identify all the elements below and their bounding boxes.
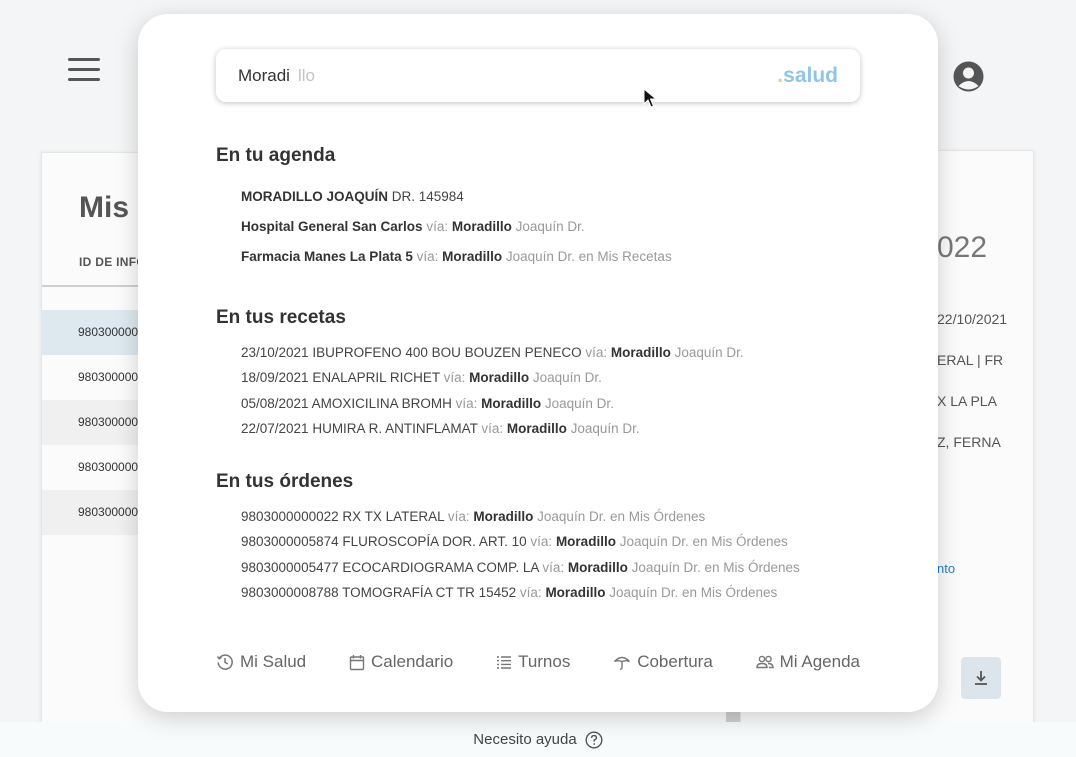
result-match: Moradillo bbox=[469, 370, 530, 385]
download-icon bbox=[975, 671, 987, 685]
result-name: MORADILLO JOAQUÍN bbox=[241, 189, 388, 204]
result-match: Moradillo bbox=[610, 345, 671, 360]
result-text: 22/07/2021 HUMIRA R. ANTINFLAMAT bbox=[241, 421, 478, 436]
nav-mi-salud[interactable]: Mi Salud bbox=[216, 652, 306, 672]
orden-result[interactable]: 9803000005874 FLUROSCOPÍA DOR. ART. 10 v… bbox=[241, 534, 788, 549]
search-modal: llo .salud En tu agenda MORADILLO JOAQUÍ… bbox=[138, 14, 938, 712]
nav-mi-agenda[interactable]: Mi Agenda bbox=[755, 652, 860, 672]
result-context: Joaquín Dr. en Mis Órdenes bbox=[605, 585, 778, 600]
result-context: Joaquín Dr. bbox=[541, 396, 614, 411]
result-match: Moradillo bbox=[567, 560, 628, 575]
result-context: Joaquín Dr. en Mis Órdenes bbox=[533, 509, 706, 524]
people-icon bbox=[755, 655, 774, 669]
section-title-agenda: En tu agenda bbox=[216, 145, 336, 166]
mouse-pointer-icon bbox=[643, 88, 657, 108]
menu-button[interactable] bbox=[68, 58, 100, 84]
result-detail: DR. 145984 bbox=[388, 189, 464, 204]
agenda-result[interactable]: Hospital General San Carlos vía: Moradil… bbox=[241, 219, 585, 234]
result-match: Moradillo bbox=[555, 534, 616, 549]
section-title-recetas: En tus recetas bbox=[216, 307, 346, 328]
informes-title: Mis I bbox=[79, 191, 146, 224]
result-match: Moradillo bbox=[545, 585, 606, 600]
receta-result[interactable]: 05/08/2021 AMOXICILINA BROMH vía: Moradi… bbox=[241, 396, 614, 411]
result-match: Moradillo bbox=[506, 421, 567, 436]
result-text: 9803000008788 TOMOGRAFÍA CT TR 15452 bbox=[241, 585, 517, 600]
result-context: Joaquín Dr. en Mis Recetas bbox=[502, 249, 672, 264]
result-context: Joaquín Dr. bbox=[566, 421, 640, 436]
result-via: vía: bbox=[538, 560, 568, 575]
menu-icon-bar bbox=[68, 68, 100, 71]
result-text: 9803000000022 RX TX LATERAL bbox=[241, 509, 445, 524]
help-bar: Necesito ayuda bbox=[0, 722, 1076, 757]
help-link[interactable]: Necesito ayuda bbox=[473, 730, 603, 749]
result-text: 05/08/2021 AMOXICILINA BROMH bbox=[241, 396, 452, 411]
help-label: Necesito ayuda bbox=[473, 731, 577, 748]
menu-icon-bar bbox=[68, 78, 100, 81]
question-circle-icon bbox=[585, 730, 603, 749]
nav-label: Cobertura bbox=[637, 652, 713, 671]
result-context: Joaquín Dr. bbox=[511, 219, 585, 234]
result-name: Farmacia Manes La Plata 5 bbox=[241, 249, 413, 264]
download-button[interactable] bbox=[961, 657, 1001, 699]
result-via: vía: bbox=[439, 370, 470, 385]
search-input[interactable] bbox=[238, 65, 438, 86]
result-context: Joaquín Dr. en Mis Órdenes bbox=[627, 560, 800, 575]
result-via: vía: bbox=[451, 396, 482, 411]
result-match: Moradillo bbox=[481, 396, 542, 411]
user-circle-icon bbox=[953, 61, 984, 92]
result-text: 18/09/2021 ENALAPRIL RICHET bbox=[241, 370, 440, 385]
detail-year: 022 bbox=[937, 231, 988, 264]
result-via: vía: bbox=[581, 345, 611, 360]
nav-label: Calendario bbox=[370, 652, 454, 671]
nav-calendario[interactable]: Calendario bbox=[349, 652, 453, 672]
agenda-result[interactable]: Farmacia Manes La Plata 5 vía: Moradillo… bbox=[241, 249, 672, 264]
result-context: Joaquín Dr. bbox=[670, 345, 744, 360]
salud-logo: .salud bbox=[777, 64, 838, 88]
result-via: vía: bbox=[526, 534, 556, 549]
agenda-result[interactable]: MORADILLO JOAQUÍN DR. 145984 bbox=[241, 189, 464, 204]
nav-turnos[interactable]: Turnos bbox=[496, 652, 570, 672]
detail-line: X LA PLA bbox=[937, 393, 997, 409]
umbrella-icon bbox=[614, 656, 631, 670]
result-via: vía: bbox=[477, 421, 507, 436]
orden-result[interactable]: 9803000008788 TOMOGRAFÍA CT TR 15452 vía… bbox=[241, 585, 777, 600]
result-name: Hospital General San Carlos bbox=[241, 219, 423, 234]
detail-line: Z, FERNA bbox=[937, 434, 1001, 450]
result-context: Joaquín Dr. bbox=[529, 370, 602, 385]
history-icon bbox=[216, 654, 233, 670]
nav-label: Mi Salud bbox=[240, 652, 307, 671]
orden-result[interactable]: 9803000000022 RX TX LATERAL vía: Moradil… bbox=[241, 509, 705, 524]
quick-nav: Mi Salud Calendario Turnos Cobertura Mi … bbox=[216, 651, 860, 673]
nav-cobertura[interactable]: Cobertura bbox=[613, 652, 713, 672]
receta-result[interactable]: 18/09/2021 ENALAPRIL RICHET vía: Moradil… bbox=[241, 370, 602, 385]
result-via: vía: bbox=[412, 249, 443, 264]
calendar-icon bbox=[349, 654, 365, 670]
menu-icon-bar bbox=[68, 58, 100, 61]
result-context: Joaquín Dr. en Mis Órdenes bbox=[615, 534, 788, 549]
orden-result[interactable]: 9803000005477 ECOCARDIOGRAMA COMP. LA ví… bbox=[241, 560, 800, 575]
receta-result[interactable]: 23/10/2021 IBUPROFENO 400 BOU BOUZEN PEN… bbox=[241, 345, 744, 360]
result-text: 23/10/2021 IBUPROFENO 400 BOU BOUZEN PEN… bbox=[241, 345, 582, 360]
result-match: Moradillo bbox=[473, 509, 534, 524]
user-profile-button[interactable] bbox=[952, 60, 985, 93]
detail-line: 22/10/2021 bbox=[937, 311, 1008, 327]
section-title-ordenes: En tus órdenes bbox=[216, 471, 354, 492]
list-icon bbox=[497, 655, 512, 669]
nav-label: Turnos bbox=[518, 652, 571, 671]
result-match: Moradillo bbox=[451, 219, 512, 234]
id-column-header[interactable]: ID DE INFC bbox=[79, 255, 145, 269]
nav-label: Mi Agenda bbox=[779, 652, 860, 671]
result-text: 9803000005874 FLUROSCOPÍA DOR. ART. 10 bbox=[241, 534, 527, 549]
result-via: vía: bbox=[516, 585, 546, 600]
result-text: 9803000005477 ECOCARDIOGRAMA COMP. LA bbox=[241, 560, 539, 575]
result-via: vía: bbox=[444, 509, 474, 524]
receta-result[interactable]: 22/07/2021 HUMIRA R. ANTINFLAMAT vía: Mo… bbox=[241, 421, 640, 436]
salud-logo-text: salud bbox=[783, 63, 838, 87]
result-via: vía: bbox=[422, 219, 452, 234]
detail-line: ERAL | FR bbox=[937, 352, 1004, 368]
result-match: Moradillo bbox=[442, 249, 503, 264]
detail-link[interactable]: nto bbox=[937, 561, 955, 576]
search-box[interactable]: llo .salud bbox=[216, 49, 860, 102]
